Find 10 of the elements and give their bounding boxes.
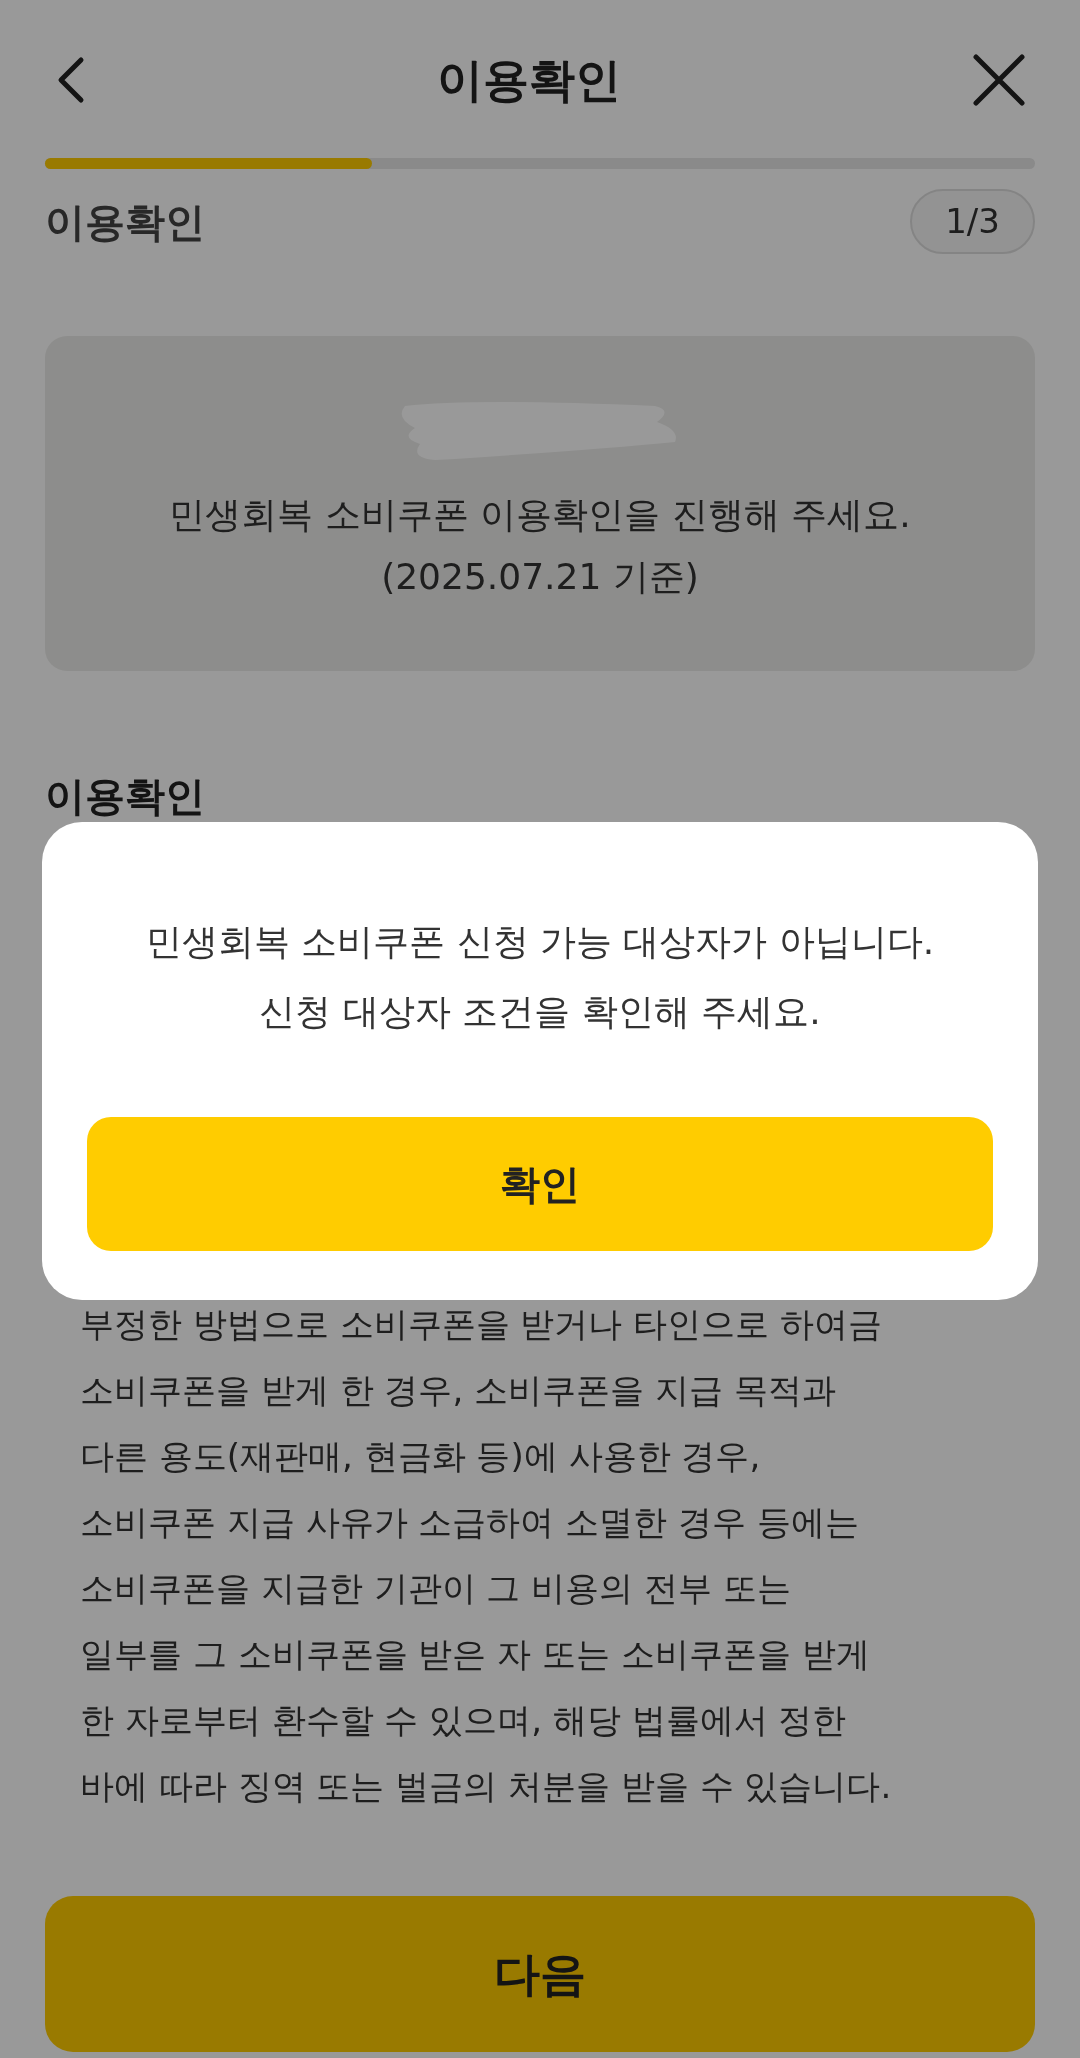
next-button[interactable]: 다음 [45, 1896, 1035, 2052]
step-counter: 1/3 [910, 189, 1035, 254]
notice-paragraph: 부정한 방법으로 소비쿠폰을 받거나 타인으로 하여금 소비쿠폰을 받게 한 경우, 소비쿠폰을 지급 목적과 다른 용도(재판매, 현금화 등)에 사용한 경우, 소비쿠폰 지급 사유가 소급하여 소멸한 경우 등에는 소비쿠폰을 지급한 기관이 그 비용의 전부 또는 일부를 그 소비쿠폰을 받은 자 또는 소비쿠폰을 받게 한 자로부터 환수할 수 있으며, 해당 법률에서 정한 바에 따라 징역 또는 벌금의 처분을 받을 수 있습니다. [80, 1303, 893, 1808]
dialog-message: 민생회복 소비쿠폰 신청 가능 대상자가 아닙니다. 신청 대상자 조건을 확인해 주세요. [145, 920, 935, 1034]
confirm-button[interactable]: 확인 [87, 1117, 993, 1251]
page-title: 이용확인 [437, 51, 621, 109]
section-title: 이용확인 [45, 772, 205, 821]
info-text: 민생회복 소비쿠폰 이용확인을 진행해 주세요. (2025.07.21 기준) [169, 493, 911, 599]
section-title: 이용확인 [45, 197, 205, 247]
close-icon[interactable] [973, 54, 1025, 106]
